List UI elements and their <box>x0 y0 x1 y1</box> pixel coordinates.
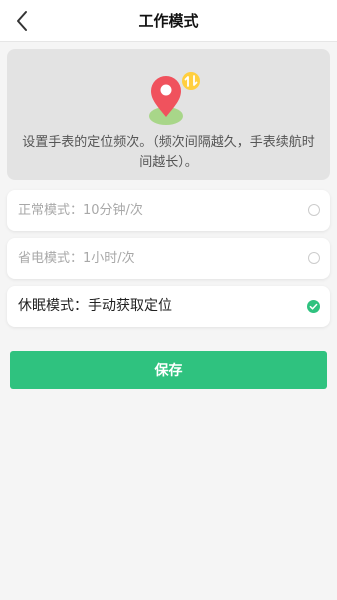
mode-label: 休眠模式：手动获取定位 <box>18 298 172 314</box>
save-button[interactable]: 保存 <box>10 351 327 389</box>
location-pin-swap-icon <box>144 69 204 131</box>
radio-checked-icon[interactable] <box>307 300 320 313</box>
mode-label: 省电模式：1小时/次 <box>18 251 135 266</box>
mode-item-power-saving[interactable]: 省电模式：1小时/次 <box>7 238 330 279</box>
mode-item-normal[interactable]: 正常模式：10分钟/次 <box>7 190 330 231</box>
page-title: 工作模式 <box>138 12 199 30</box>
back-button[interactable] <box>8 7 36 35</box>
mode-label: 正常模式：10分钟/次 <box>18 203 143 218</box>
info-description: 设置手表的定位频次。（频次间隔越久，手表续航时间越长）。 <box>22 135 315 170</box>
mode-item-sleep[interactable]: 休眠模式：手动获取定位 <box>7 286 330 327</box>
radio-unchecked[interactable] <box>308 204 320 216</box>
info-card: 设置手表的定位频次。（频次间隔越久，手表续航时间越长）。 <box>7 49 330 180</box>
chevron-left-icon <box>17 11 27 31</box>
radio-unchecked[interactable] <box>308 252 320 264</box>
header-bar: 工作模式 <box>0 0 337 42</box>
